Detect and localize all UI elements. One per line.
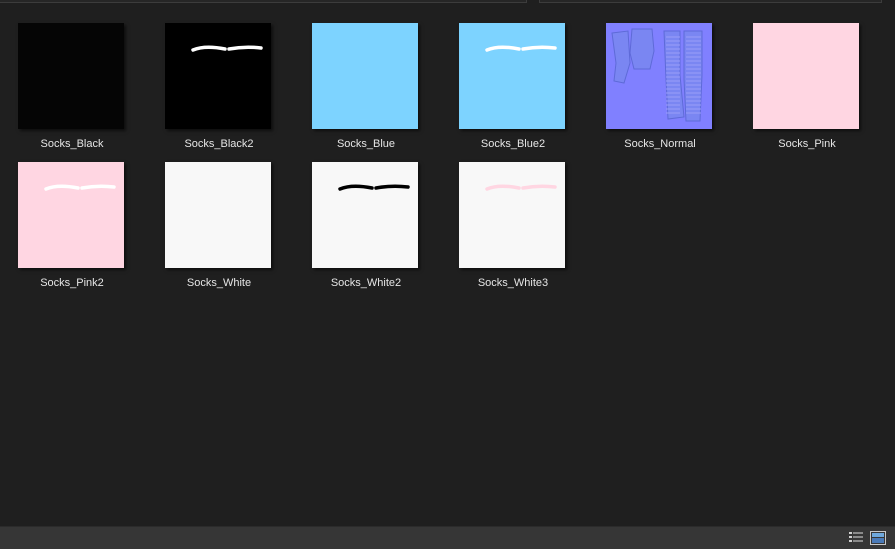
asset-label: Socks_Black2 xyxy=(184,138,254,150)
asset-label: Socks_White3 xyxy=(477,277,549,289)
asset-label: Socks_Blue2 xyxy=(480,138,546,150)
status-bar xyxy=(0,526,895,549)
asset-label: Socks_Normal xyxy=(624,138,696,150)
asset-thumbnail[interactable] xyxy=(18,162,124,268)
asset-thumbnail[interactable] xyxy=(165,23,271,129)
asset-label: Socks_Blue xyxy=(336,138,396,150)
asset-label: Socks_White2 xyxy=(330,277,402,289)
asset-thumbnail[interactable] xyxy=(312,162,418,268)
asset-grid: Socks_Black Socks_Black2 Socks_Blue Socks_B… xyxy=(0,0,895,525)
asset-label: Socks_Black xyxy=(40,138,104,150)
asset-thumbnail[interactable] xyxy=(312,23,418,129)
asset-thumbnail[interactable] xyxy=(606,23,712,129)
asset-label: Socks_Pink xyxy=(778,138,836,150)
asset-thumbnail[interactable] xyxy=(459,162,565,268)
asset-thumbnail[interactable] xyxy=(753,23,859,129)
asset-thumbnail[interactable] xyxy=(165,162,271,268)
asset-browser: Socks_Black Socks_Black2 Socks_Blue Socks_B… xyxy=(0,0,895,549)
asset-label: Socks_White xyxy=(186,277,252,289)
asset-thumbnail[interactable] xyxy=(18,23,124,129)
list-view-icon[interactable] xyxy=(848,531,864,545)
asset-label: Socks_Pink2 xyxy=(40,277,104,289)
thumbnail-view-icon[interactable] xyxy=(870,531,886,545)
asset-thumbnail[interactable] xyxy=(459,23,565,129)
